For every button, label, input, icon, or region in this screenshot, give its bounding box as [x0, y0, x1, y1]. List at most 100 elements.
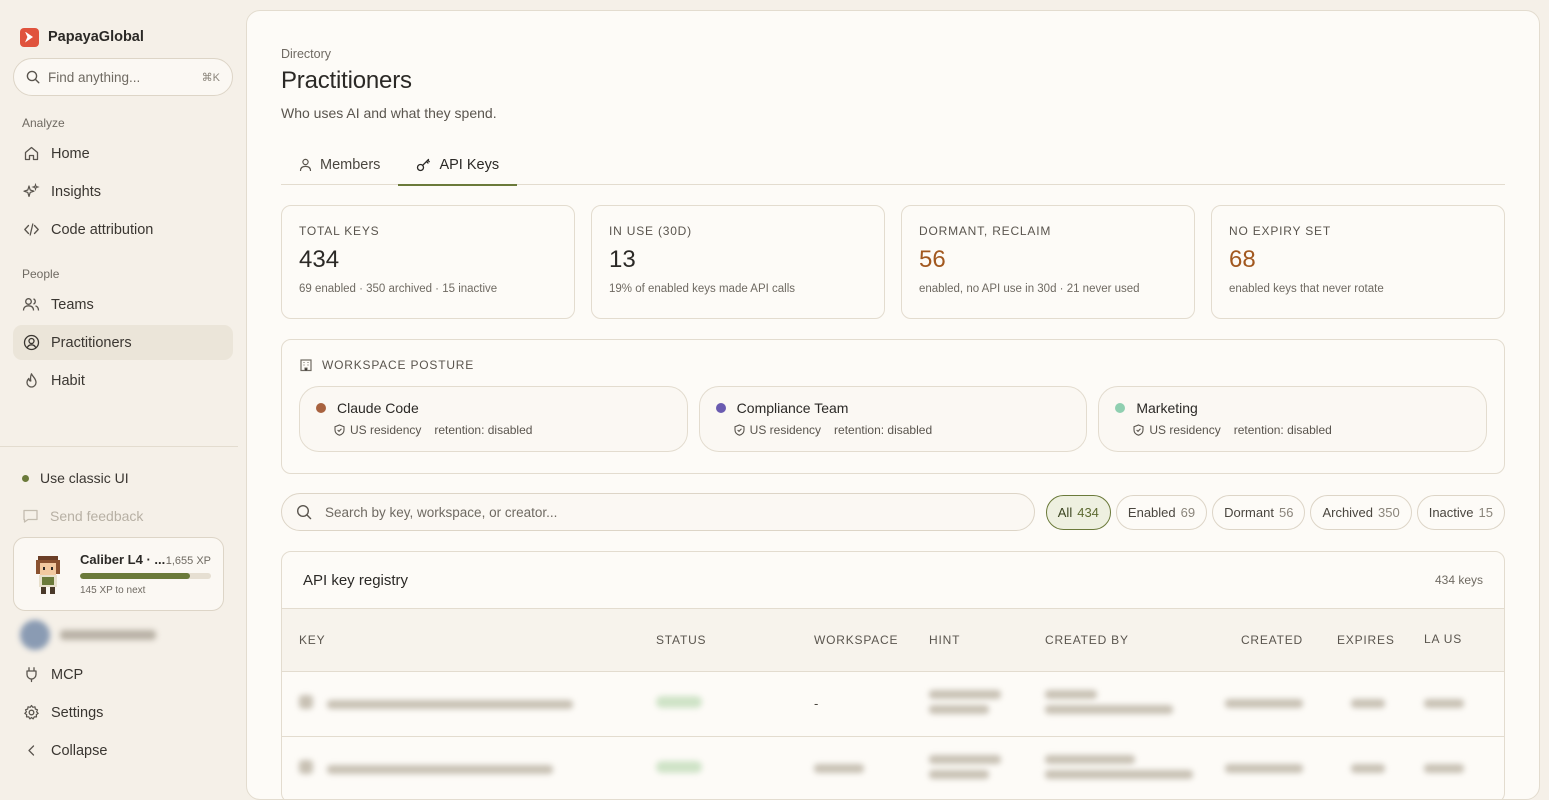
chip-label: All — [1057, 504, 1073, 520]
sidebar-item-teams[interactable]: Teams — [13, 287, 233, 322]
key-search-input[interactable]: Search by key, workspace, or creator... — [281, 493, 1035, 531]
flame-icon — [22, 372, 40, 390]
chip-count: 15 — [1478, 504, 1493, 520]
sidebar-item-insights[interactable]: Insights — [13, 174, 233, 209]
gear-icon — [22, 704, 40, 722]
page-title: Practitioners — [281, 67, 412, 94]
column-header-status[interactable]: STATUS — [639, 609, 797, 672]
section-label-analyze: Analyze — [22, 116, 65, 130]
stat-label: NO EXPIRY SET — [1229, 224, 1331, 238]
send-feedback-button[interactable]: Send feedback — [13, 505, 152, 527]
filter-chip-archived[interactable]: Archived 350 — [1310, 494, 1412, 530]
stat-value: 13 — [609, 246, 636, 273]
breadcrumb[interactable]: Directory — [281, 47, 1505, 61]
stat-card-dormant: DORMANT, RECLAIM 56 enabled, no API use … — [901, 205, 1195, 319]
workspace-retention: retention: disabled — [434, 423, 533, 437]
avatar — [20, 620, 50, 650]
column-header-created[interactable]: CREATED — [1203, 609, 1320, 672]
stat-value: 56 — [919, 246, 946, 273]
xp-level-title: Caliber L4 · ... — [80, 552, 166, 567]
sidebar-item-practitioners[interactable]: Practitioners — [13, 325, 233, 360]
person-icon — [299, 158, 312, 172]
main-panel: Directory Practitioners Who uses AI and … — [246, 10, 1540, 800]
registry-count: 434 keys — [1434, 573, 1483, 587]
user-profile[interactable] — [20, 620, 156, 650]
sidebar-item-label: Practitioners — [51, 334, 132, 351]
chevron-left-icon — [22, 742, 40, 760]
cell-status — [639, 736, 797, 799]
pixel-avatar-icon — [26, 550, 70, 600]
chip-label: Enabled — [1127, 504, 1176, 520]
column-header-hint[interactable]: HINT — [912, 609, 1028, 672]
workspace-card-claude-code[interactable]: Claude Code US residency retention: disa… — [299, 386, 688, 452]
table-header-row: KEY STATUS WORKSPACE HINT CREATED BY CRE… — [282, 609, 1504, 672]
stat-note: 19% of enabled keys made API calls — [609, 283, 796, 295]
stat-card-no-expiry: NO EXPIRY SET 68 enabled keys that never… — [1211, 205, 1505, 319]
chip-count: 434 — [1077, 504, 1099, 520]
tab-label: Members — [320, 157, 381, 173]
cell-expires — [1320, 671, 1407, 737]
column-header-last-used[interactable]: LA US — [1407, 609, 1504, 672]
cell-last-used — [1407, 671, 1504, 737]
tab-api-keys[interactable]: API Keys — [398, 145, 517, 186]
table-row[interactable] — [282, 736, 1504, 799]
global-search-input[interactable]: Find anything... ⌘K — [13, 58, 233, 96]
xp-card[interactable]: Caliber L4 · ... 1,655 XP 145 XP to next — [13, 537, 224, 611]
sidebar-item-mcp[interactable]: MCP — [13, 657, 224, 692]
residency-label: US residency — [350, 423, 422, 437]
cell-workspace — [797, 736, 912, 799]
chip-count: 56 — [1278, 504, 1294, 520]
cell-created — [1203, 671, 1320, 737]
workspace-card-marketing[interactable]: Marketing US residency retention: disabl… — [1098, 386, 1488, 452]
filter-chip-inactive[interactable]: Inactive 15 — [1416, 494, 1505, 530]
cell-created — [1203, 736, 1320, 799]
chip-count: 350 — [1378, 504, 1400, 520]
key-search-placeholder: Search by key, workspace, or creator... — [325, 504, 558, 520]
workspace-card-compliance-team[interactable]: Compliance Team US residency retention: … — [698, 386, 1088, 452]
workspace-list: Claude Code US residency retention: disa… — [299, 386, 1488, 452]
sidebar-item-home[interactable]: Home — [13, 136, 233, 171]
classic-ui-toggle[interactable]: Use classic UI — [13, 466, 138, 490]
chip-label: Archived — [1322, 504, 1374, 520]
residency-label: US residency — [749, 423, 822, 437]
sparkle-icon — [22, 183, 40, 201]
table-row[interactable]: - — [282, 671, 1504, 737]
app-root: PapayaGlobal Find anything... ⌘K Analyze… — [0, 0, 1549, 800]
tab-members[interactable]: Members — [281, 145, 398, 185]
cell-created-by — [1028, 671, 1203, 737]
sidebar-item-settings[interactable]: Settings — [13, 695, 224, 730]
posture-heading: WORKSPACE POSTURE — [299, 358, 1487, 372]
tab-bar: Members API Keys — [281, 145, 1505, 186]
filter-chip-dormant[interactable]: Dormant 56 — [1212, 494, 1306, 530]
column-header-workspace[interactable]: WORKSPACE — [797, 609, 912, 672]
cell-hint — [912, 736, 1028, 799]
stat-label: TOTAL KEYS — [299, 224, 380, 238]
filter-chip-enabled[interactable]: Enabled 69 — [1115, 494, 1208, 530]
column-header-expires[interactable]: EXPIRES — [1320, 609, 1407, 672]
stat-card-total-keys: TOTAL KEYS 434 69 enabled · 350 archived… — [281, 205, 575, 319]
stat-note: enabled, no API use in 30d · 21 never us… — [919, 283, 1140, 295]
api-key-registry: API key registry 434 keys KEY STATUS WOR… — [281, 551, 1505, 799]
sidebar-divider — [0, 446, 238, 447]
page-subtitle: Who uses AI and what they spend. — [281, 105, 497, 121]
building-icon — [300, 359, 312, 372]
cell-last-used — [1407, 736, 1504, 799]
sidebar-item-label: Settings — [51, 704, 104, 721]
stat-label: IN USE (30D) — [609, 224, 692, 238]
api-key-table: KEY STATUS WORKSPACE HINT CREATED BY CRE… — [282, 609, 1504, 799]
home-icon — [22, 145, 40, 163]
global-search-placeholder: Find anything... — [48, 69, 141, 85]
filter-chip-all[interactable]: All 434 — [1045, 494, 1111, 530]
cell-hint — [912, 671, 1028, 737]
sidebar-item-label: Code attribution — [51, 221, 154, 238]
user-name-redacted — [60, 630, 156, 640]
sidebar-item-code-attribution[interactable]: Code attribution — [13, 212, 233, 247]
sidebar-item-habit[interactable]: Habit — [13, 363, 233, 398]
column-header-key[interactable]: KEY — [282, 609, 639, 672]
column-header-created-by[interactable]: CREATED BY — [1028, 609, 1203, 672]
sidebar-collapse-button[interactable]: Collapse — [13, 733, 224, 768]
stat-card-in-use: IN USE (30D) 13 19% of enabled keys made… — [591, 205, 885, 319]
search-shortcut: ⌘K — [201, 71, 220, 84]
brand[interactable]: PapayaGlobal — [13, 0, 233, 52]
residency-label: US residency — [1149, 423, 1221, 437]
